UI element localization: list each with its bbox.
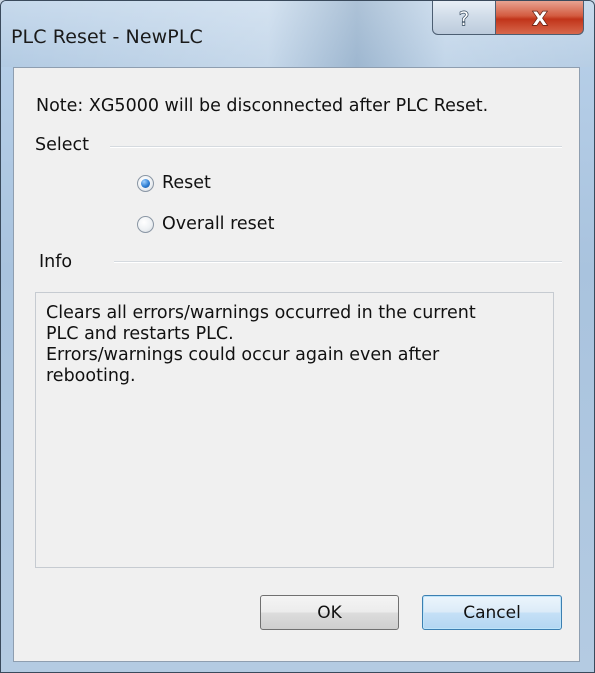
svg-text:?: ? bbox=[459, 8, 469, 29]
close-button[interactable]: X bbox=[496, 1, 584, 35]
radio-reset-indicator[interactable] bbox=[137, 174, 154, 192]
ok-button[interactable]: OK bbox=[260, 595, 399, 630]
svg-text:X: X bbox=[532, 8, 547, 28]
radio-overall-reset[interactable]: Overall reset bbox=[137, 214, 274, 234]
radio-reset[interactable]: Reset bbox=[137, 173, 211, 193]
select-group-divider bbox=[110, 146, 562, 148]
radio-overall-reset-label[interactable]: Overall reset bbox=[162, 214, 274, 234]
info-group-label: Info bbox=[39, 252, 79, 272]
title-bar[interactable]: PLC Reset - NewPLC ? X bbox=[1, 1, 594, 67]
caption-buttons: ? X bbox=[432, 1, 584, 35]
dialog-window: PLC Reset - NewPLC ? X Note: XG5000 will… bbox=[0, 0, 595, 673]
note-text: Note: XG5000 will be disconnected after … bbox=[36, 96, 489, 116]
dialog-client-area: Note: XG5000 will be disconnected after … bbox=[13, 67, 580, 662]
close-icon: X bbox=[531, 8, 547, 28]
help-button[interactable]: ? bbox=[432, 1, 496, 35]
cancel-button[interactable]: Cancel bbox=[422, 595, 562, 630]
select-group-label: Select bbox=[35, 135, 95, 155]
window-title: PLC Reset - NewPLC bbox=[11, 26, 203, 48]
radio-reset-label[interactable]: Reset bbox=[162, 173, 211, 193]
info-group-divider bbox=[114, 261, 562, 263]
question-mark-icon: ? bbox=[458, 7, 469, 29]
info-text-box: Clears all errors/warnings occurred in t… bbox=[35, 292, 554, 568]
radio-overall-reset-indicator[interactable] bbox=[137, 215, 154, 233]
